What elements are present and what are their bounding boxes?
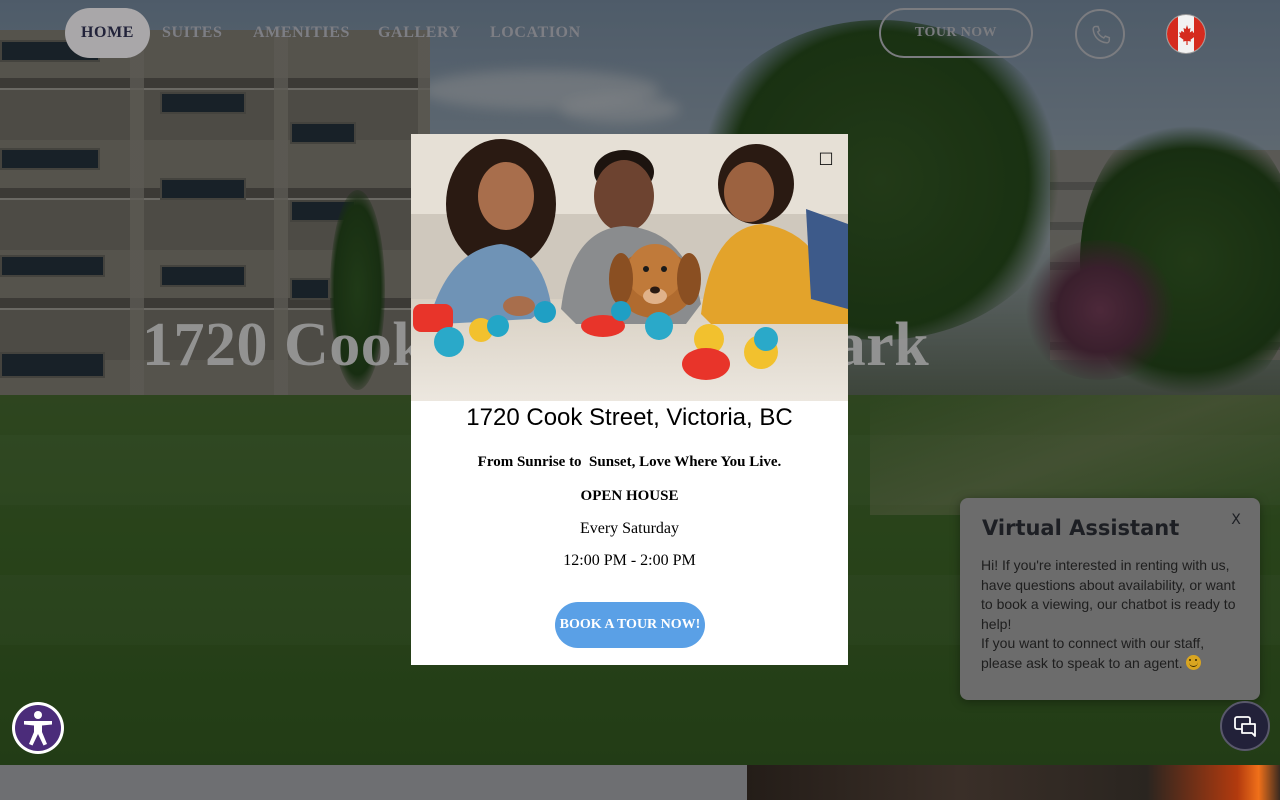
section-strip-right-image bbox=[747, 765, 1280, 800]
assistant-message: Hi! If you're interested in renting with… bbox=[981, 556, 1246, 674]
nav-location[interactable]: LOCATION bbox=[490, 8, 581, 58]
phone-icon bbox=[1092, 25, 1111, 44]
section-strip-left bbox=[0, 765, 747, 800]
smiley-icon bbox=[1185, 654, 1201, 670]
nav-amenities[interactable]: AMENITIES bbox=[253, 8, 350, 58]
language-selector[interactable] bbox=[1166, 14, 1206, 54]
open-house-time: 12:00 PM - 2:00 PM bbox=[563, 552, 696, 569]
canada-flag-icon bbox=[1178, 25, 1196, 45]
open-house-heading: OPEN HOUSE bbox=[580, 488, 679, 504]
top-navigation: HOME SUITES AMENITIES GALLERY LOCATION T… bbox=[0, 0, 1280, 66]
nav-gallery[interactable]: GALLERY bbox=[378, 8, 461, 58]
modal-tagline: From Sunrise to Sunset, Love Where You L… bbox=[477, 454, 782, 470]
assistant-message-line-1: Hi! If you're interested in renting with… bbox=[981, 557, 1236, 632]
accessibility-button[interactable] bbox=[12, 702, 64, 754]
chat-bubbles-icon bbox=[1234, 716, 1256, 737]
virtual-assistant-panel: Virtual Assistant X Hi! If you're intere… bbox=[960, 498, 1260, 700]
nav-home[interactable]: HOME bbox=[65, 8, 151, 58]
open-house-day: Every Saturday bbox=[579, 520, 680, 537]
photo-illustration bbox=[411, 134, 848, 401]
tour-now-button[interactable]: TOUR NOW bbox=[879, 8, 1033, 58]
family-with-puppy-photo bbox=[411, 134, 848, 401]
phone-button[interactable] bbox=[1075, 9, 1125, 59]
modal-address: 1720 Cook Street, Victoria, BC bbox=[466, 404, 793, 431]
book-tour-button[interactable]: BOOK A TOUR NOW! bbox=[555, 602, 705, 648]
assistant-close-button[interactable]: X bbox=[1228, 512, 1244, 528]
nav-suites[interactable]: SUITES bbox=[162, 8, 223, 58]
assistant-title: Virtual Assistant bbox=[982, 516, 1180, 540]
modal-close-button[interactable]: □ bbox=[816, 148, 836, 168]
accessibility-person-icon bbox=[24, 711, 52, 746]
assistant-message-line-2: If you want to connect with our staff, p… bbox=[981, 635, 1205, 671]
chat-toggle-button[interactable] bbox=[1220, 701, 1270, 751]
open-house-modal: □ 1720 Cook Street, Victoria, BC From Su… bbox=[411, 134, 848, 665]
